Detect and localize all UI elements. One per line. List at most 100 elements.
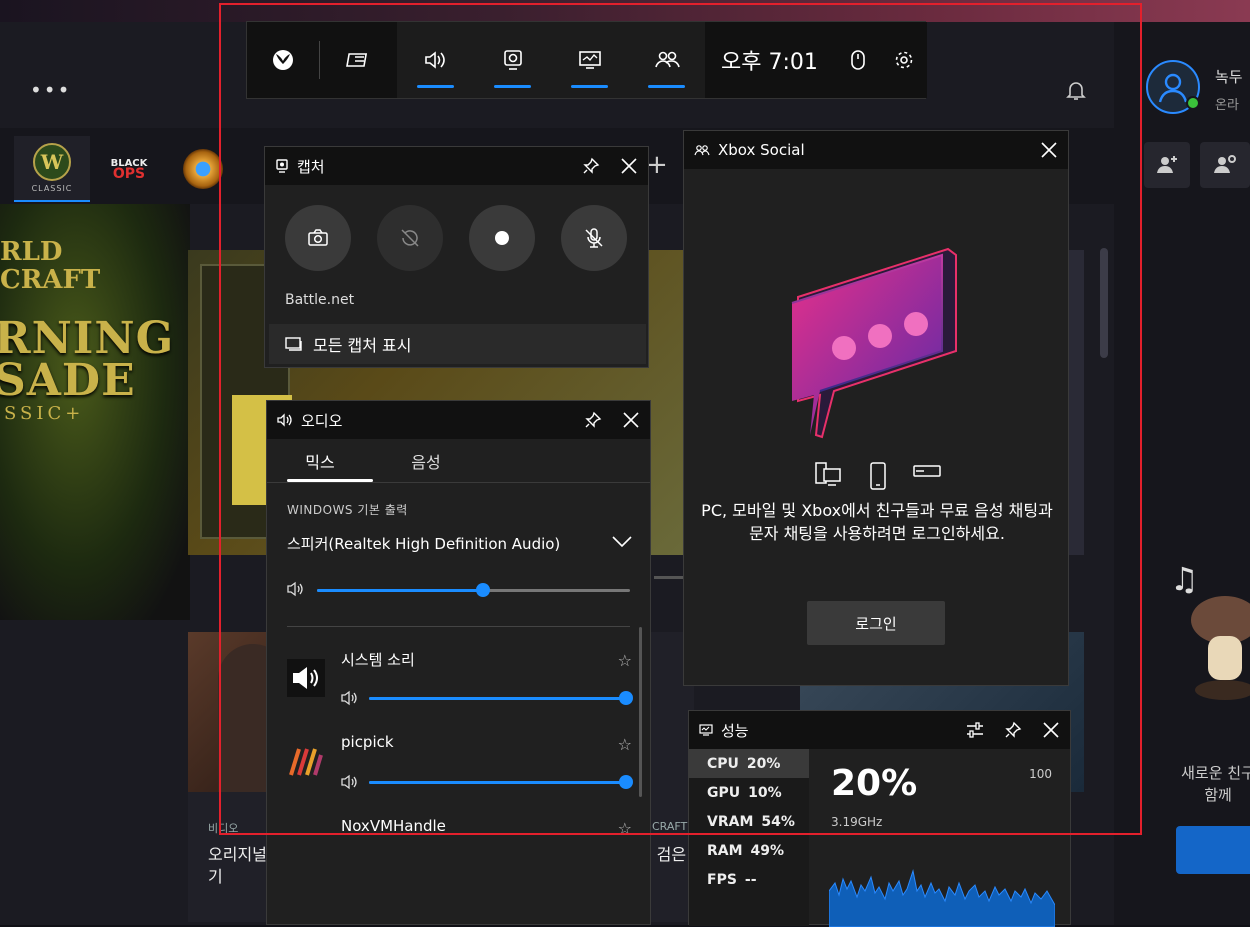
close-button[interactable] bbox=[1040, 719, 1062, 741]
app-list-scrollbar[interactable] bbox=[639, 627, 642, 797]
more-menu-button[interactable]: ••• bbox=[30, 78, 71, 102]
capture-icon bbox=[503, 50, 522, 70]
tab-hearthstone[interactable] bbox=[180, 136, 226, 202]
metric-value: 54% bbox=[761, 813, 795, 830]
settings-button[interactable] bbox=[881, 22, 927, 98]
capture-header: 캡처 bbox=[265, 147, 648, 185]
social-title: Xbox Social bbox=[718, 141, 805, 159]
pin-button[interactable] bbox=[582, 409, 604, 431]
metric-fps[interactable]: FPS -- bbox=[689, 865, 809, 894]
wow-classic-label: CLASSIC bbox=[31, 184, 73, 193]
capture-title: 캡처 bbox=[297, 157, 325, 176]
speaker-icon bbox=[341, 690, 357, 706]
favorite-star-icon[interactable]: ☆ bbox=[618, 819, 632, 838]
hearthstone-icon bbox=[183, 149, 223, 189]
user-silhouette-icon bbox=[1158, 73, 1188, 103]
notification-bell-icon[interactable] bbox=[1064, 78, 1088, 102]
app-volume-knob[interactable] bbox=[619, 691, 633, 705]
gallery-icon bbox=[285, 337, 302, 351]
wow-title-line1: RNING bbox=[0, 313, 175, 364]
carousel-indicator[interactable] bbox=[654, 576, 684, 579]
performance-options-button[interactable] bbox=[964, 719, 986, 741]
active-indicator bbox=[648, 85, 685, 88]
mic-off-icon bbox=[585, 228, 603, 248]
metric-gpu[interactable]: GPU 10% bbox=[689, 778, 809, 807]
chat-bubble-illustration bbox=[791, 247, 957, 439]
game-bar: 오후 7:01 bbox=[246, 21, 927, 99]
speaker-icon bbox=[341, 774, 357, 790]
mic-toggle-button[interactable] bbox=[561, 205, 627, 271]
mouse-lock-button[interactable] bbox=[835, 22, 881, 98]
audio-icon bbox=[277, 413, 292, 427]
content-scrollbar[interactable] bbox=[1100, 248, 1108, 358]
mouse-icon bbox=[851, 50, 865, 70]
xbox-social-widget: Xbox Social PC, 모바일 및 Xbox에서 친구들과 무료 음성 … bbox=[683, 130, 1069, 686]
app-volume-slider[interactable] bbox=[369, 775, 633, 789]
audio-tabs: 믹스 음성 bbox=[267, 439, 650, 483]
add-game-icon[interactable]: + bbox=[646, 150, 668, 180]
audio-widget-button[interactable] bbox=[397, 22, 474, 98]
login-button[interactable]: 로그인 bbox=[807, 601, 945, 645]
close-button[interactable] bbox=[618, 155, 640, 177]
show-all-captures-button[interactable]: 모든 캡처 표시 bbox=[269, 324, 646, 364]
favorite-star-icon[interactable]: ☆ bbox=[618, 651, 632, 670]
start-recording-button[interactable] bbox=[469, 205, 535, 271]
metric-vram[interactable]: VRAM 54% bbox=[689, 807, 809, 836]
output-device-select[interactable]: 스피커(Realtek High Definition Audio) bbox=[287, 533, 560, 554]
audio-header-buttons bbox=[582, 401, 642, 439]
add-friend-button[interactable] bbox=[1144, 142, 1190, 188]
app-name-picpick: picpick bbox=[341, 733, 394, 751]
active-indicator bbox=[494, 85, 531, 88]
capture-widget-button[interactable] bbox=[474, 22, 551, 98]
performance-icon bbox=[699, 724, 713, 736]
game-bar-left-group bbox=[247, 22, 397, 98]
tab-wow-classic[interactable]: W CLASSIC bbox=[14, 136, 90, 202]
screenshot-button[interactable] bbox=[285, 205, 351, 271]
tab-mix[interactable]: 믹스 bbox=[267, 439, 373, 483]
close-button[interactable] bbox=[1038, 139, 1060, 161]
master-volume-knob[interactable] bbox=[475, 583, 490, 597]
friend-settings-button[interactable] bbox=[1200, 142, 1250, 188]
pin-icon bbox=[583, 157, 600, 174]
pin-button[interactable] bbox=[580, 155, 602, 177]
widget-menu-button[interactable] bbox=[320, 22, 397, 98]
pin-button[interactable] bbox=[1002, 719, 1024, 741]
xbox-console-icon bbox=[913, 465, 941, 477]
tab-voice[interactable]: 음성 bbox=[373, 439, 479, 483]
social-widget-button[interactable] bbox=[628, 22, 705, 98]
metric-value: -- bbox=[744, 871, 757, 888]
close-icon bbox=[623, 412, 639, 428]
metric-cpu[interactable]: CPU 20% bbox=[689, 749, 809, 778]
performance-header: 성능 bbox=[689, 711, 1070, 749]
capture-header-buttons bbox=[580, 147, 640, 185]
chevron-down-icon[interactable] bbox=[612, 533, 632, 552]
user-avatar[interactable] bbox=[1146, 60, 1200, 114]
record-last-30s-button[interactable] bbox=[377, 205, 443, 271]
metric-value: 20% bbox=[746, 755, 781, 772]
master-volume-fill bbox=[317, 589, 483, 592]
sliders-icon bbox=[967, 722, 983, 738]
top-gradient-strip bbox=[0, 0, 1250, 22]
app-volume-knob[interactable] bbox=[619, 775, 633, 789]
favorite-star-icon[interactable]: ☆ bbox=[618, 735, 632, 754]
output-section-label: WINDOWS 기본 출력 bbox=[287, 503, 408, 517]
close-button[interactable] bbox=[620, 409, 642, 431]
device-icons bbox=[814, 461, 942, 491]
capture-widget: 캡처 Battle.net 모든 캡처 표시 bbox=[264, 146, 649, 368]
app-volume-slider[interactable] bbox=[369, 691, 633, 705]
metric-ram[interactable]: RAM 49% bbox=[689, 836, 809, 865]
tab-black-ops[interactable]: BLACK OPS bbox=[100, 136, 158, 202]
app-volume-fill bbox=[369, 697, 626, 700]
user-status: 온라 bbox=[1215, 98, 1239, 113]
metric-label: FPS bbox=[707, 871, 737, 888]
guide-card-label: CRAFT bbox=[652, 820, 688, 833]
app-name-noxvmhandle: NoxVMHandle bbox=[341, 817, 446, 835]
find-friends-button[interactable] bbox=[1176, 826, 1250, 874]
metric-label: GPU bbox=[707, 784, 741, 801]
audio-widget: 오디오 믹스 음성 WINDOWS 기본 출력 스피커(Realtek High… bbox=[266, 400, 651, 925]
capture-source: Battle.net bbox=[285, 292, 355, 308]
master-volume-slider[interactable] bbox=[317, 583, 630, 597]
active-indicator bbox=[417, 85, 454, 88]
xbox-button[interactable] bbox=[247, 22, 319, 98]
performance-widget-button[interactable] bbox=[551, 22, 628, 98]
